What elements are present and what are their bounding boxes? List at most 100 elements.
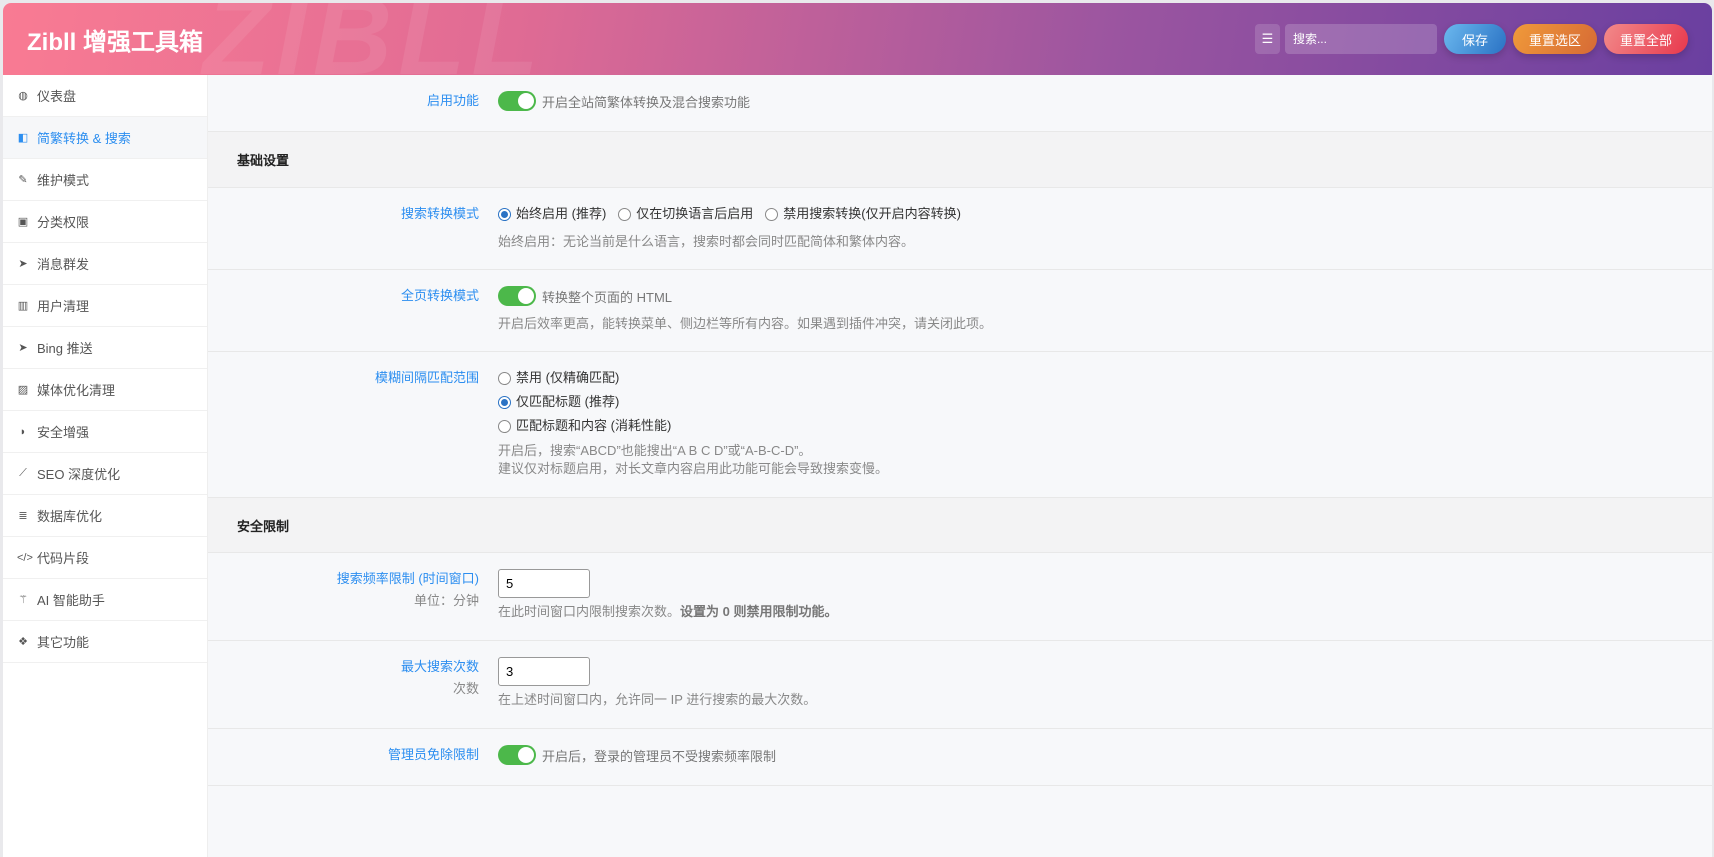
radio-label: 仅匹配标题 (推荐) (516, 394, 620, 409)
radio-button[interactable] (498, 419, 511, 433)
sidebar: ◍ 仪表盘 ◧ 简繁转换 & 搜索 ✎ 维护模式 ▣ 分类权限 ➤ 消息群发 ▥ 用户清理 ➤ Bing … (3, 75, 208, 857)
image-icon: ▨ (17, 384, 29, 396)
fuzzy-radio[interactable]: 仅匹配标题 (推荐) (498, 392, 1700, 412)
sidebar-item-label: 简繁转换 & 搜索 (37, 131, 131, 146)
sidebar-item[interactable]: ✎ 维护模式 (3, 159, 207, 201)
fuzzy-radio[interactable]: 匹配标题和内容 (消耗性能) (498, 416, 1700, 436)
toggle-label: 开启后，登录的管理员不受搜索频率限制 (542, 748, 777, 764)
lock-icon: ▣ (17, 216, 29, 228)
radio-button[interactable] (498, 395, 511, 409)
setting-sublabel: 次数 (452, 681, 479, 696)
search-mode-radio-group: 始终启用 (推荐) 仅在切换语言后启用 禁用搜索转换(仅开启内容转换) (498, 204, 1712, 224)
setting-enable: 启用功能 开启全站简繁体转换及混合搜索功能 (208, 75, 1712, 132)
setting-description: 在上述时间窗口内，允许同一 IP 进行搜索的最大次数。 (498, 692, 817, 707)
radio-button[interactable] (498, 207, 511, 221)
setting-description: 开启后效率更高，能转换菜单、侧边栏等所有内容。如果遇到插件冲突，请关闭此项。 (498, 316, 993, 331)
sidebar-item[interactable]: ◍ 仪表盘 (3, 75, 207, 117)
app-window: ZIBLL Zibll 增强工具箱 ☰ 保存 重置选区 重置全部 ◍ 仪表盘 ◧ 简繁… (3, 3, 1712, 857)
fuzzy-radio-group: 禁用 (仅精确匹配) 仅匹配标题 (推荐) 匹配标题和内容 (消耗性能) (498, 368, 1712, 436)
sidebar-item-label: 代码片段 (37, 551, 90, 566)
sidebar-item[interactable]: ➤ 消息群发 (3, 243, 207, 285)
search-mode-radio[interactable]: 仅在切换语言后启用 (618, 204, 753, 224)
setting-label: 启用功能 (426, 93, 479, 108)
freq-window-input[interactable] (498, 569, 590, 598)
sidebar-item-label: 分类权限 (37, 215, 90, 230)
shield-icon: ◗ (19, 425, 27, 438)
magic-wand-icon: ⚚ (18, 594, 28, 606)
search-mode-radio[interactable]: 禁用搜索转换(仅开启内容转换) (765, 204, 961, 224)
enable-toggle[interactable] (498, 91, 536, 111)
paper-plane-icon: ➤ (18, 342, 28, 354)
toggle-label: 转换整个页面的 HTML (542, 289, 673, 305)
setting-description: 开启后，搜索“ABCD”也能搜出“A B C D”或“A-B-C-D”。 (498, 443, 812, 458)
sidebar-item[interactable]: ⟋ SEO 深度优化 (3, 453, 207, 495)
setting-label: 搜索频率限制 (时间窗口) (336, 571, 479, 586)
radio-label: 始终启用 (推荐) (516, 206, 607, 221)
sidebar-item[interactable]: ▥ 用户清理 (3, 285, 207, 327)
setting-fuzzy: 模糊间隔匹配范围 禁用 (仅精确匹配) 仅匹配标题 (推荐) 匹配标题和内容 (消耗… (208, 352, 1712, 498)
reset-all-button[interactable]: 重置全部 (1603, 24, 1688, 54)
reset-section-button[interactable]: 重置选区 (1512, 24, 1597, 54)
sidebar-item-label: 维护模式 (37, 173, 90, 188)
radio-label: 禁用 (仅精确匹配) (516, 370, 620, 385)
fuzzy-radio[interactable]: 禁用 (仅精确匹配) (498, 368, 1700, 388)
settings-panel: 启用功能 开启全站简繁体转换及混合搜索功能 基础设置 搜索转换模式 始终启用 (… (208, 75, 1712, 857)
setting-sublabel: 单位：分钟 (413, 593, 479, 608)
sidebar-item[interactable]: ❖ 其它功能 (3, 621, 207, 663)
trash-icon: ▥ (17, 300, 29, 312)
list-toggle-icon[interactable]: ☰ (1254, 24, 1280, 54)
setting-admin: 管理员免除限制 开启后，登录的管理员不受搜索频率限制 (208, 729, 1712, 786)
code-icon: </> (17, 551, 33, 564)
setting-fullpage: 全页转换模式 转换整个页面的 HTML 开启后效率更高，能转换菜单、侧边栏等所有… (208, 270, 1712, 352)
setting-label: 全页转换模式 (400, 288, 479, 303)
max-search-input[interactable] (498, 657, 590, 686)
sidebar-item-label: 其它功能 (37, 635, 90, 650)
radio-label: 仅在切换语言后启用 (636, 206, 754, 221)
sidebar-item-label: 安全增强 (37, 425, 90, 440)
radio-label: 匹配标题和内容 (消耗性能) (516, 418, 672, 433)
setting-label: 最大搜索次数 (400, 659, 479, 674)
setting-label: 管理员免除限制 (387, 747, 479, 762)
setting-description-bold: 设置为 0 则禁用限制功能。 (680, 604, 838, 619)
sidebar-item[interactable]: </> 代码片段 (3, 537, 207, 579)
setting-description: 建议仅对标题启用，对长文章内容启用此功能可能会导致搜索变慢。 (498, 461, 889, 476)
sidebar-item[interactable]: ▣ 分类权限 (3, 201, 207, 243)
dashboard-icon: ◍ (18, 90, 28, 102)
chart-line-icon: ⟋ (19, 467, 27, 479)
setting-label: 模糊间隔匹配范围 (374, 370, 479, 385)
sidebar-item-label: 媒体优化清理 (37, 383, 116, 398)
sidebar-item[interactable]: ▨ 媒体优化清理 (3, 369, 207, 411)
sidebar-item-label: Bing 推送 (37, 341, 93, 356)
radio-button[interactable] (498, 371, 511, 385)
setting-description: 在此时间窗口内限制搜索次数。 (498, 604, 681, 619)
sidebar-item[interactable]: ≣ 数据库优化 (3, 495, 207, 537)
search-input[interactable] (1284, 24, 1437, 54)
sidebar-item-label: 仪表盘 (37, 89, 77, 104)
translate-icon: ◧ (17, 132, 29, 144)
app-title: Zibll 增强工具箱 (27, 28, 203, 56)
save-button[interactable]: 保存 (1443, 24, 1506, 54)
search-mode-radio[interactable]: 始终启用 (推荐) (498, 204, 606, 224)
wrench-icon: ✎ (18, 174, 28, 186)
database-icon: ≣ (18, 510, 28, 522)
sidebar-item-label: 数据库优化 (37, 509, 103, 524)
radio-button[interactable] (765, 207, 779, 221)
fullpage-toggle[interactable] (498, 286, 536, 306)
radio-label: 禁用搜索转换(仅开启内容转换) (783, 206, 961, 221)
paper-plane-icon: ➤ (18, 258, 28, 270)
toggle-label: 开启全站简繁体转换及混合搜索功能 (542, 94, 751, 110)
sidebar-item-label: AI 智能助手 (37, 593, 105, 608)
section-heading: 安全限制 (208, 498, 1712, 553)
sidebar-item-label: 用户清理 (37, 299, 90, 314)
setting-label: 搜索转换模式 (400, 206, 479, 221)
sidebar-item-label: 消息群发 (37, 257, 90, 272)
admin-exempt-toggle[interactable] (498, 745, 536, 765)
setting-freq: 搜索频率限制 (时间窗口) 单位：分钟 在此时间窗口内限制搜索次数。设置为 0 则… (208, 553, 1712, 641)
sidebar-item[interactable]: ◗ 安全增强 (3, 411, 207, 453)
sidebar-item[interactable]: ⚚ AI 智能助手 (3, 579, 207, 621)
sidebar-item[interactable]: ◧ 简繁转换 & 搜索 (3, 117, 207, 159)
radio-button[interactable] (618, 207, 632, 221)
sidebar-item[interactable]: ➤ Bing 推送 (3, 327, 207, 369)
setting-search-mode: 搜索转换模式 始终启用 (推荐) 仅在切换语言后启用 禁用搜索转换(仅开启内容转换)… (208, 188, 1712, 270)
setting-max: 最大搜索次数次数 在上述时间窗口内，允许同一 IP 进行搜索的最大次数。 (208, 641, 1712, 729)
